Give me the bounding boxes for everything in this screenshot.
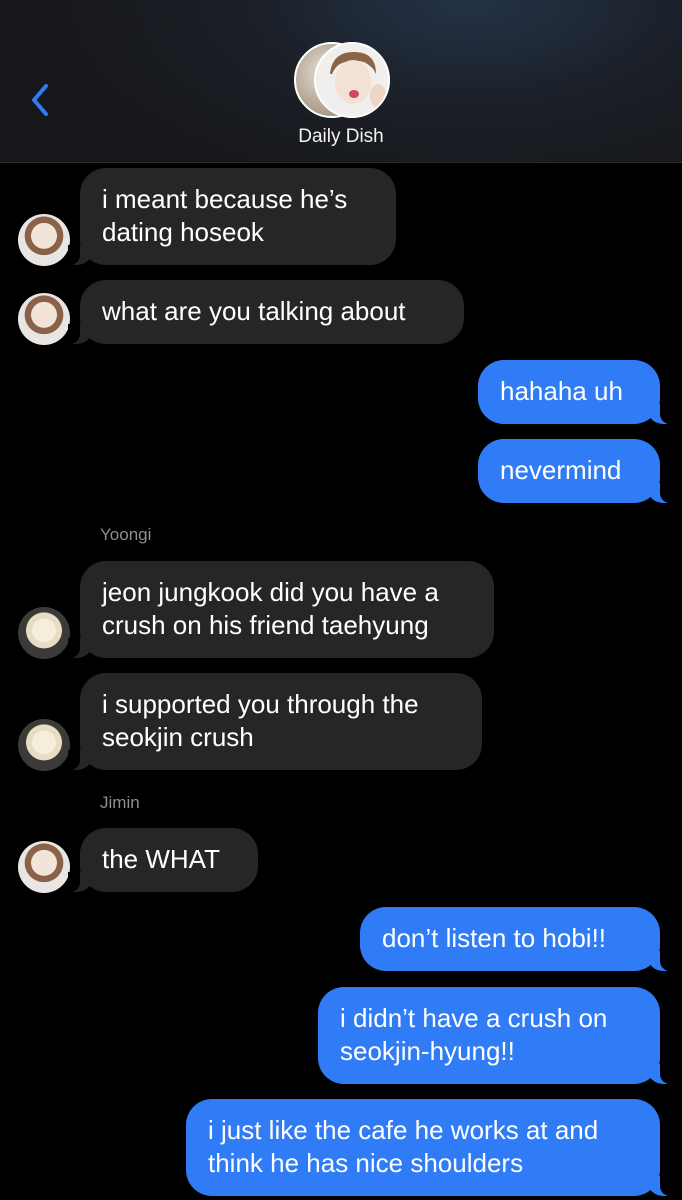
message-bubble[interactable]: what are you talking about [68,280,464,344]
message-bubble[interactable]: hahaha uh [478,360,672,424]
message-bubble[interactable]: i meant because he’s dating hoseok [68,168,396,265]
message-bubble[interactable]: i just like the cafe he works at and thi… [186,1099,672,1196]
avatar[interactable] [18,719,70,771]
sender-name: Jimin [100,793,140,812]
message-bubble[interactable]: i didn’t have a crush on seokjin-hyung!! [318,987,672,1084]
sender-name: Yoongi [100,525,152,544]
message-bubble[interactable]: jeon jungkook did you have a crush on hi… [68,561,494,658]
message-list: i meant because he’s dating hoseok what … [0,0,682,1200]
message-bubble[interactable]: don’t listen to hobi!! [360,907,672,971]
avatar[interactable] [18,214,70,266]
message-bubble[interactable]: the WHAT [68,828,258,892]
avatar[interactable] [18,841,70,893]
avatar[interactable] [18,293,70,345]
message-bubble[interactable]: i supported you through the seokjin crus… [68,673,482,770]
message-bubble[interactable]: nevermind [478,439,672,503]
avatar[interactable] [18,607,70,659]
